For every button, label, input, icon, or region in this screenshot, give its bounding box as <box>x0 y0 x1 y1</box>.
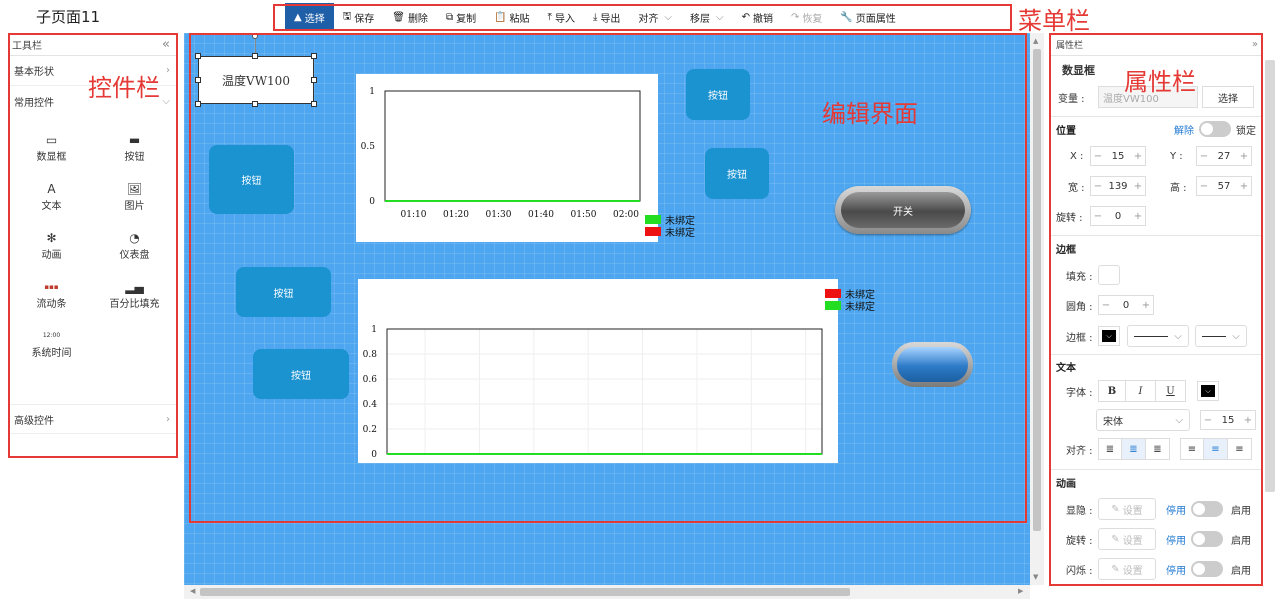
scroll-down-icon[interactable]: ▼ <box>1033 573 1038 581</box>
controls-annotation: 控件栏 <box>88 74 160 102</box>
vertical-scrollbar[interactable]: ▲ ▼ <box>1030 33 1044 585</box>
editor-annotation: 编辑界面 <box>822 100 918 128</box>
properties-annotation: 属性栏 <box>1124 68 1196 96</box>
scroll-up-icon[interactable]: ▲ <box>1033 37 1038 45</box>
vertical-scroll-thumb[interactable] <box>1033 49 1041 531</box>
properties-highlight-box <box>1049 33 1263 586</box>
properties-scroll-thumb[interactable] <box>1265 60 1275 492</box>
scroll-right-icon[interactable]: ▶ <box>1018 587 1023 595</box>
horizontal-scroll-thumb[interactable] <box>200 588 850 596</box>
scroll-left-icon[interactable]: ◀ <box>190 587 195 595</box>
page-title: 子页面11 <box>36 8 101 26</box>
menubar-annotation: 菜单栏 <box>1018 7 1090 35</box>
horizontal-scrollbar[interactable]: ◀ ▶ <box>184 585 1030 599</box>
menubar-highlight-box <box>273 4 1012 31</box>
